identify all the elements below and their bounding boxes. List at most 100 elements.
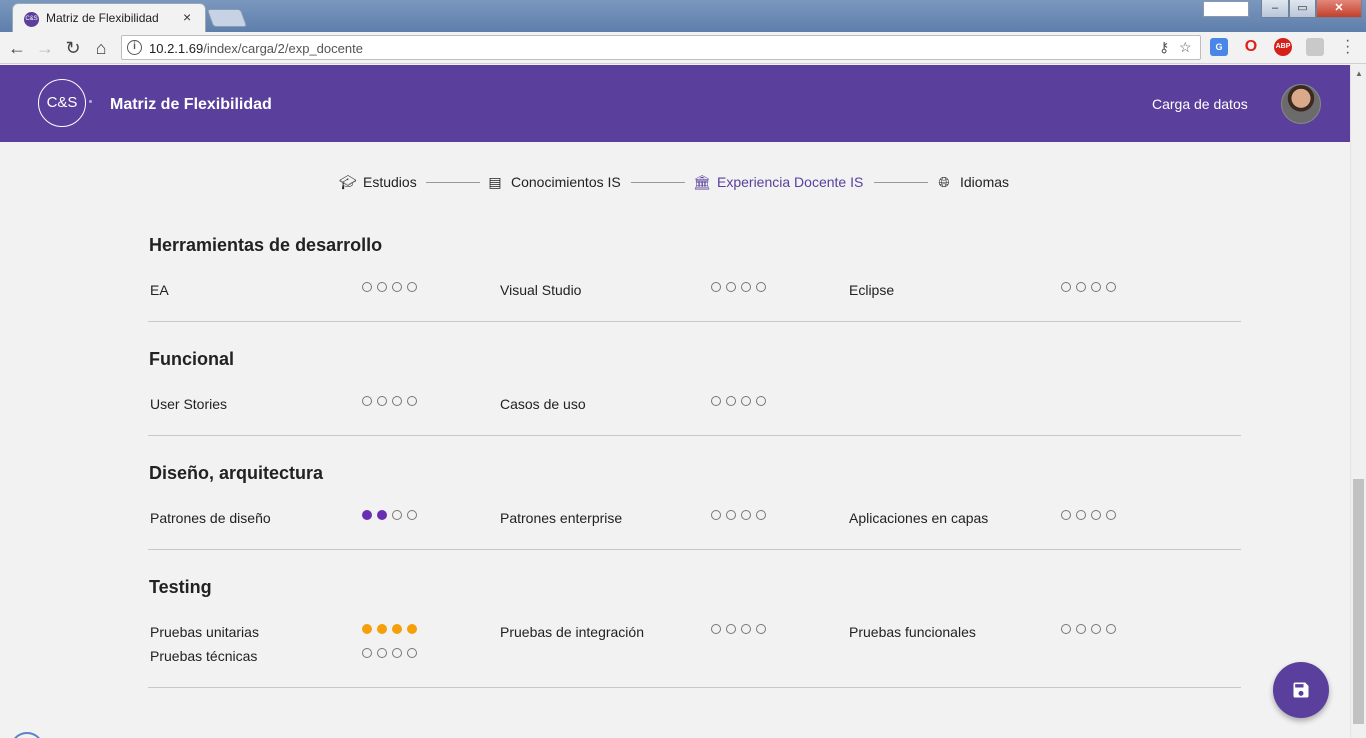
rating-dot[interactable] bbox=[726, 282, 736, 292]
rating-dot[interactable] bbox=[392, 648, 402, 658]
rating-dot[interactable] bbox=[1106, 282, 1116, 292]
opera-extension-icon[interactable]: O bbox=[1242, 38, 1260, 56]
rating-dot[interactable] bbox=[726, 396, 736, 406]
rating-dot[interactable] bbox=[756, 624, 766, 634]
skill-rating[interactable] bbox=[711, 396, 766, 406]
rating-dot[interactable] bbox=[377, 282, 387, 292]
minimize-button[interactable]: ‒ bbox=[1261, 0, 1289, 18]
address-bar[interactable]: i 10.2.1.69/index/carga/2/exp_docente ⚷ … bbox=[121, 35, 1201, 60]
rating-dot[interactable] bbox=[1076, 624, 1086, 634]
rating-dot[interactable] bbox=[726, 510, 736, 520]
rating-dot[interactable] bbox=[362, 282, 372, 292]
corner-badge-icon bbox=[10, 732, 44, 738]
save-button[interactable] bbox=[1273, 662, 1329, 718]
url-text: 10.2.1.69/index/carga/2/exp_docente bbox=[149, 41, 363, 56]
rating-dot[interactable] bbox=[392, 396, 402, 406]
skill-rating[interactable] bbox=[1061, 624, 1116, 634]
institution-icon: 🏛︎ bbox=[693, 173, 711, 190]
key-icon[interactable]: ⚷ bbox=[1159, 39, 1169, 56]
rating-dot[interactable] bbox=[741, 624, 751, 634]
rating-dot[interactable] bbox=[407, 282, 417, 292]
scrollbar-thumb[interactable] bbox=[1353, 479, 1364, 724]
rating-dot[interactable] bbox=[711, 282, 721, 292]
back-arrow-icon[interactable]: ← bbox=[6, 37, 28, 59]
rating-dot[interactable] bbox=[741, 510, 751, 520]
rating-dot[interactable] bbox=[377, 624, 387, 634]
extension-icon[interactable] bbox=[1306, 38, 1324, 56]
skill-rating[interactable] bbox=[362, 624, 417, 634]
carga-de-datos-link[interactable]: Carga de datos bbox=[1152, 96, 1248, 112]
rating-dot[interactable] bbox=[741, 282, 751, 292]
rating-dot[interactable] bbox=[407, 510, 417, 520]
rating-dot[interactable] bbox=[711, 396, 721, 406]
rating-dot[interactable] bbox=[377, 510, 387, 520]
reload-icon[interactable]: ↻ bbox=[62, 37, 84, 59]
rating-dot[interactable] bbox=[1076, 282, 1086, 292]
rating-dot[interactable] bbox=[362, 396, 372, 406]
tab-close-icon[interactable]: × bbox=[183, 9, 191, 25]
rating-dot[interactable] bbox=[377, 648, 387, 658]
browser-tab[interactable]: C&S Matriz de Flexibilidad × bbox=[12, 3, 206, 32]
rating-dot[interactable] bbox=[726, 624, 736, 634]
skill-rating[interactable] bbox=[362, 648, 417, 658]
step-idiomas[interactable]: 🌐︎ Idiomas bbox=[936, 170, 1009, 194]
rating-dot[interactable] bbox=[1106, 510, 1116, 520]
browser-titlebar: C&S Matriz de Flexibilidad × ‒ ▭ ✕ bbox=[0, 0, 1366, 32]
rating-dot[interactable] bbox=[407, 648, 417, 658]
skill-rating[interactable] bbox=[362, 282, 417, 292]
rating-dot[interactable] bbox=[407, 624, 417, 634]
adblock-extension-icon[interactable]: ABP bbox=[1274, 38, 1292, 56]
rating-dot[interactable] bbox=[392, 510, 402, 520]
maximize-button[interactable]: ▭ bbox=[1289, 0, 1316, 18]
section-testing: Testing Pruebas unitarias Pruebas de int… bbox=[148, 577, 1241, 688]
home-icon[interactable]: ⌂ bbox=[90, 37, 112, 59]
forward-arrow-icon[interactable]: → bbox=[34, 37, 56, 59]
skill-rating[interactable] bbox=[362, 396, 417, 406]
step-connector bbox=[874, 182, 928, 183]
rating-dot[interactable] bbox=[1061, 510, 1071, 520]
new-tab-button[interactable] bbox=[206, 9, 248, 27]
rating-dot[interactable] bbox=[407, 396, 417, 406]
rating-dot[interactable] bbox=[711, 624, 721, 634]
skill-rating[interactable] bbox=[1061, 510, 1116, 520]
app-logo[interactable]: C&S bbox=[38, 79, 86, 127]
skill-label: Casos de uso bbox=[500, 396, 586, 412]
rating-dot[interactable] bbox=[392, 282, 402, 292]
step-experiencia-docente[interactable]: 🏛︎ Experiencia Docente IS bbox=[693, 170, 863, 194]
translate-extension-icon[interactable]: G bbox=[1210, 38, 1228, 56]
rating-dot[interactable] bbox=[362, 510, 372, 520]
scroll-up-icon[interactable]: ▲ bbox=[1355, 69, 1363, 78]
section-title: Herramientas de desarrollo bbox=[149, 235, 383, 255]
skill-rating[interactable] bbox=[1061, 282, 1116, 292]
skill-rating[interactable] bbox=[711, 624, 766, 634]
page-scrollbar[interactable]: ▲ bbox=[1350, 65, 1366, 738]
rating-dot[interactable] bbox=[362, 648, 372, 658]
profile-box[interactable] bbox=[1203, 1, 1249, 17]
rating-dot[interactable] bbox=[1061, 282, 1071, 292]
rating-dot[interactable] bbox=[756, 282, 766, 292]
close-window-button[interactable]: ✕ bbox=[1316, 0, 1362, 18]
rating-dot[interactable] bbox=[756, 510, 766, 520]
step-conocimientos[interactable]: ▤ Conocimientos IS bbox=[487, 170, 620, 194]
app-title: Matriz de Flexibilidad bbox=[110, 96, 272, 113]
rating-dot[interactable] bbox=[377, 396, 387, 406]
rating-dot[interactable] bbox=[1106, 624, 1116, 634]
skill-rating[interactable] bbox=[711, 282, 766, 292]
rating-dot[interactable] bbox=[756, 396, 766, 406]
info-icon[interactable]: i bbox=[127, 40, 142, 55]
rating-dot[interactable] bbox=[711, 510, 721, 520]
rating-dot[interactable] bbox=[392, 624, 402, 634]
step-estudios[interactable]: 🎓︎ Estudios bbox=[339, 170, 417, 194]
rating-dot[interactable] bbox=[1091, 624, 1101, 634]
skill-rating[interactable] bbox=[362, 510, 417, 520]
rating-dot[interactable] bbox=[1076, 510, 1086, 520]
user-avatar[interactable] bbox=[1281, 84, 1321, 124]
rating-dot[interactable] bbox=[1091, 282, 1101, 292]
rating-dot[interactable] bbox=[741, 396, 751, 406]
rating-dot[interactable] bbox=[1091, 510, 1101, 520]
browser-menu-icon[interactable]: · · · bbox=[1345, 33, 1350, 61]
rating-dot[interactable] bbox=[1061, 624, 1071, 634]
star-icon[interactable]: ☆ bbox=[1179, 39, 1192, 56]
rating-dot[interactable] bbox=[362, 624, 372, 634]
skill-rating[interactable] bbox=[711, 510, 766, 520]
